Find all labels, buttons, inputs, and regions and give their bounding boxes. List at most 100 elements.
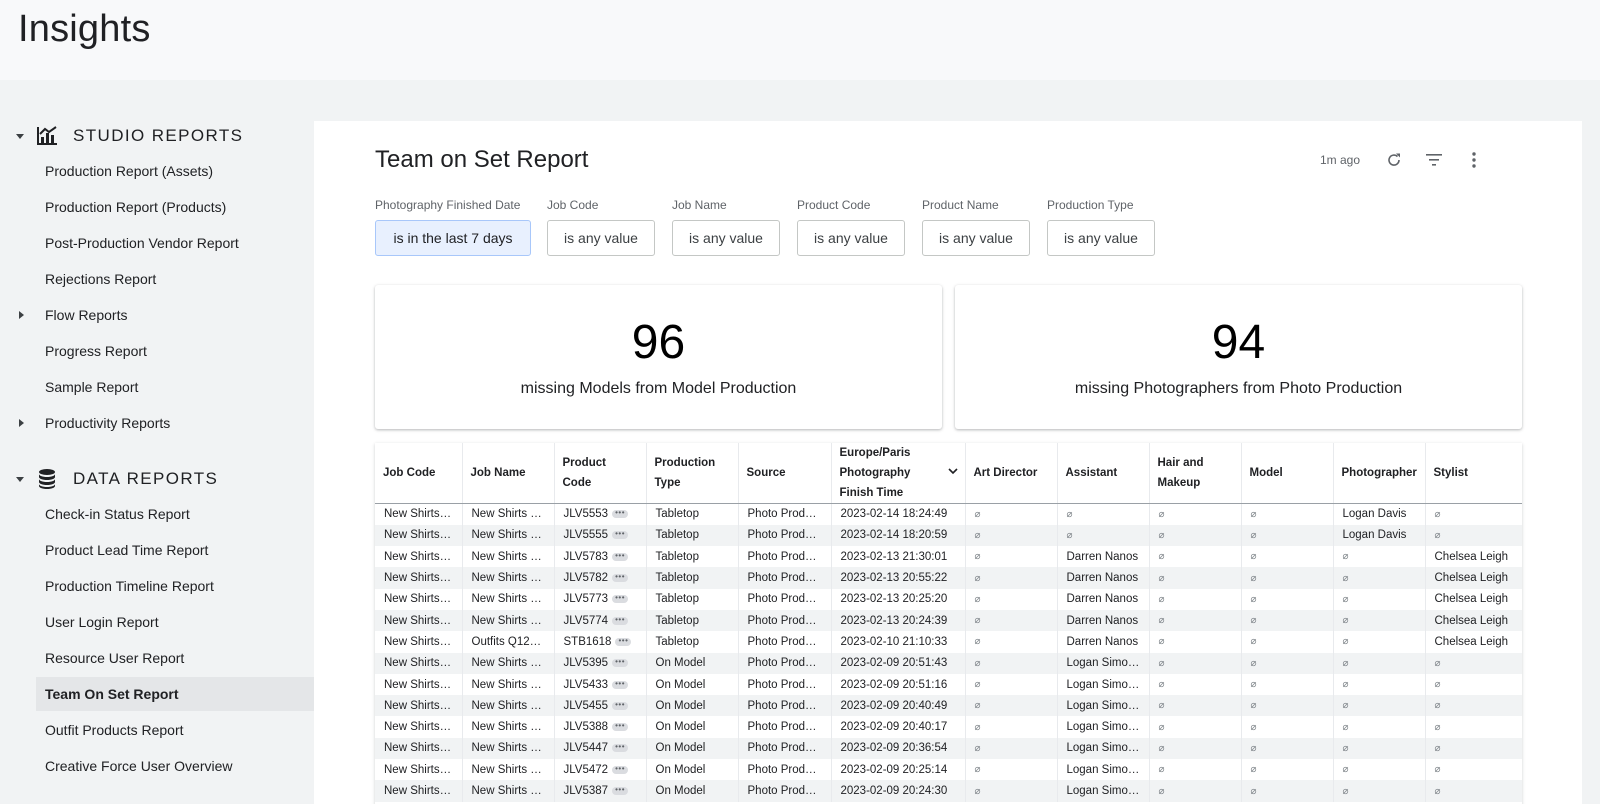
table-cell: Photo Prod…: [738, 546, 832, 568]
table-row[interactable]: New Shirts… New Shirts … JLV5783 ••• Tableto…: [375, 546, 1522, 568]
more-icon[interactable]: •••: [612, 530, 629, 540]
data-reports-section[interactable]: DATA REPORTS: [0, 461, 314, 497]
refresh-button[interactable]: [1374, 147, 1414, 173]
column-header[interactable]: Photographer: [1333, 443, 1426, 504]
table-cell: 2023-02-09 20:36:54: [831, 737, 966, 760]
studio-reports-section[interactable]: STUDIO REPORTS: [0, 118, 314, 154]
table-cell: New Shirts…: [375, 609, 463, 632]
null-value-cell: ⌀: [1425, 695, 1522, 717]
caret-right-icon[interactable]: [19, 311, 24, 319]
table-row[interactable]: New Shirts… New Shirts … JLV5388 ••• On Mode…: [375, 716, 1522, 738]
table-row[interactable]: New Shirts… New Shirts … JLV5774 ••• Tableto…: [375, 609, 1522, 632]
null-value-cell: ⌀: [965, 780, 1058, 802]
more-icon[interactable]: •••: [615, 636, 632, 646]
caret-down-icon[interactable]: [16, 476, 24, 482]
sidebar-item-check-in-status[interactable]: Check-in Status Report: [36, 497, 314, 531]
null-value-cell: ⌀: [1425, 652, 1522, 674]
filter-pill[interactable]: is any value: [797, 220, 905, 256]
column-header[interactable]: Europe/Paris Photography Finish Time: [831, 443, 966, 504]
table-row[interactable]: New Shirts… New Shirts … JLV5447 ••• On Mode…: [375, 737, 1522, 760]
table-cell: Tabletop: [646, 631, 739, 653]
filter-pill[interactable]: is any value: [547, 220, 655, 256]
null-value-cell: ⌀: [1425, 673, 1522, 696]
column-header[interactable]: Product Code: [554, 443, 647, 504]
more-icon[interactable]: •••: [612, 679, 629, 689]
sidebar-item-sample[interactable]: Sample Report: [36, 370, 314, 404]
table-cell: 2023-02-09 20:25:14: [831, 759, 966, 781]
sidebar-item-creative-force-user-overview[interactable]: Creative Force User Overview: [36, 749, 314, 783]
sidebar-item-progress[interactable]: Progress Report: [36, 334, 314, 368]
table-cell: Chelsea Leigh: [1425, 631, 1522, 653]
database-icon: [39, 469, 55, 489]
more-icon[interactable]: •••: [612, 786, 629, 795]
sidebar-item-team-on-set[interactable]: Team On Set Report: [36, 677, 314, 711]
sidebar-item-post-production-vendor[interactable]: Post-Production Vendor Report: [36, 226, 314, 260]
sidebar-item-production-timeline[interactable]: Production Timeline Report: [36, 569, 314, 603]
null-value-cell: ⌀: [1333, 609, 1426, 632]
column-header[interactable]: Hair and Makeup: [1149, 443, 1242, 504]
table-row[interactable]: New Shirts… New Shirts … JLV5472 ••• On Mode…: [375, 759, 1522, 781]
caret-right-icon[interactable]: [19, 419, 24, 427]
more-icon[interactable]: •••: [612, 594, 629, 604]
more-options-button[interactable]: [1454, 147, 1494, 173]
sidebar-item-production-assets[interactable]: Production Report (Assets): [36, 154, 314, 188]
sidebar-item-production-products[interactable]: Production Report (Products): [36, 190, 314, 224]
sidebar-item-flow-reports[interactable]: Flow Reports: [19, 298, 314, 332]
filter-pill[interactable]: is any value: [922, 220, 1030, 256]
sidebar-item-rejections[interactable]: Rejections Report: [36, 262, 314, 296]
sidebar-item-outfit-products[interactable]: Outfit Products Report: [36, 713, 314, 747]
table-cell: New Shirts …: [462, 780, 555, 802]
column-header[interactable]: Production Type: [646, 443, 739, 504]
more-icon[interactable]: •••: [612, 700, 629, 710]
filter-pill[interactable]: is in the last 7 days: [375, 220, 531, 256]
caret-down-icon[interactable]: [16, 133, 24, 139]
table-cell: Tabletop: [646, 567, 739, 589]
column-header[interactable]: Job Name: [462, 443, 555, 504]
table-header-row: Job Code Job Name Product Code Production T…: [375, 443, 1522, 504]
table-row[interactable]: New Shirts… New Shirts … JLV5782 ••• Tableto…: [375, 567, 1522, 589]
table-cell: Chelsea Leigh: [1425, 588, 1522, 610]
sidebar-item-productivity-reports[interactable]: Productivity Reports: [19, 406, 314, 440]
more-icon[interactable]: •••: [612, 743, 629, 753]
kpi-missing-models[interactable]: 96 missing Models from Model Production: [375, 285, 942, 429]
sidebar-item-resource-user[interactable]: Resource User Report: [36, 641, 314, 675]
table-row[interactable]: New Shirts… Outfits Q12… STB1618 ••• Tableto…: [375, 631, 1522, 653]
column-header[interactable]: Stylist: [1425, 443, 1522, 504]
table-cell: JLV5773 •••: [554, 588, 647, 610]
null-value-cell: ⌀: [1149, 609, 1242, 632]
filter-production-type: Production Type is any value: [1047, 198, 1155, 256]
filter-button[interactable]: [1414, 147, 1454, 173]
null-value-cell: ⌀: [1241, 567, 1334, 589]
column-header[interactable]: Assistant: [1057, 443, 1150, 504]
sidebar-item-product-lead-time[interactable]: Product Lead Time Report: [36, 533, 314, 567]
table-row[interactable]: New Shirts… New Shirts … JLV5555 ••• Tableto…: [375, 524, 1522, 547]
table-row[interactable]: New Shirts… New Shirts … JLV5553 ••• Tableto…: [375, 503, 1522, 525]
table-row[interactable]: New Shirts… New Shirts … JLV5773 ••• Tableto…: [375, 588, 1522, 610]
table-row[interactable]: New Shirts… New Shirts … JLV5387 ••• On Mode…: [375, 780, 1522, 802]
column-header[interactable]: Job Code: [375, 443, 463, 504]
more-icon[interactable]: •••: [612, 764, 629, 774]
table-cell: 2023-02-13 20:25:20: [831, 588, 966, 610]
table-cell: Photo Prod…: [738, 737, 832, 760]
table-row[interactable]: New Shirts… New Shirts … JLV5433 ••• On Mode…: [375, 673, 1522, 696]
sort-descending-icon[interactable]: [947, 465, 959, 477]
sidebar-item-user-login[interactable]: User Login Report: [36, 605, 314, 639]
filter-pill[interactable]: is any value: [672, 220, 780, 256]
more-icon[interactable]: •••: [612, 722, 629, 732]
column-header[interactable]: Art Director: [965, 443, 1058, 504]
column-header[interactable]: Model: [1241, 443, 1334, 504]
filter-pill[interactable]: is any value: [1047, 220, 1155, 256]
column-header[interactable]: Source: [738, 443, 832, 504]
more-icon[interactable]: •••: [612, 551, 629, 561]
report-title: Team on Set Report: [375, 146, 589, 173]
table-cell: JLV5395 •••: [554, 652, 647, 674]
more-icon[interactable]: •••: [612, 573, 629, 583]
more-icon[interactable]: •••: [612, 658, 629, 668]
table-cell: Chelsea Leigh: [1425, 546, 1522, 568]
null-value-cell: ⌀: [1057, 524, 1150, 547]
kpi-missing-photographers[interactable]: 94 missing Photographers from Photo Prod…: [955, 285, 1522, 429]
table-row[interactable]: New Shirts… New Shirts … JLV5455 ••• On Mode…: [375, 695, 1522, 717]
more-icon[interactable]: •••: [612, 509, 629, 519]
more-icon[interactable]: •••: [612, 615, 629, 625]
table-row[interactable]: New Shirts… New Shirts … JLV5395 ••• On Mode…: [375, 652, 1522, 674]
